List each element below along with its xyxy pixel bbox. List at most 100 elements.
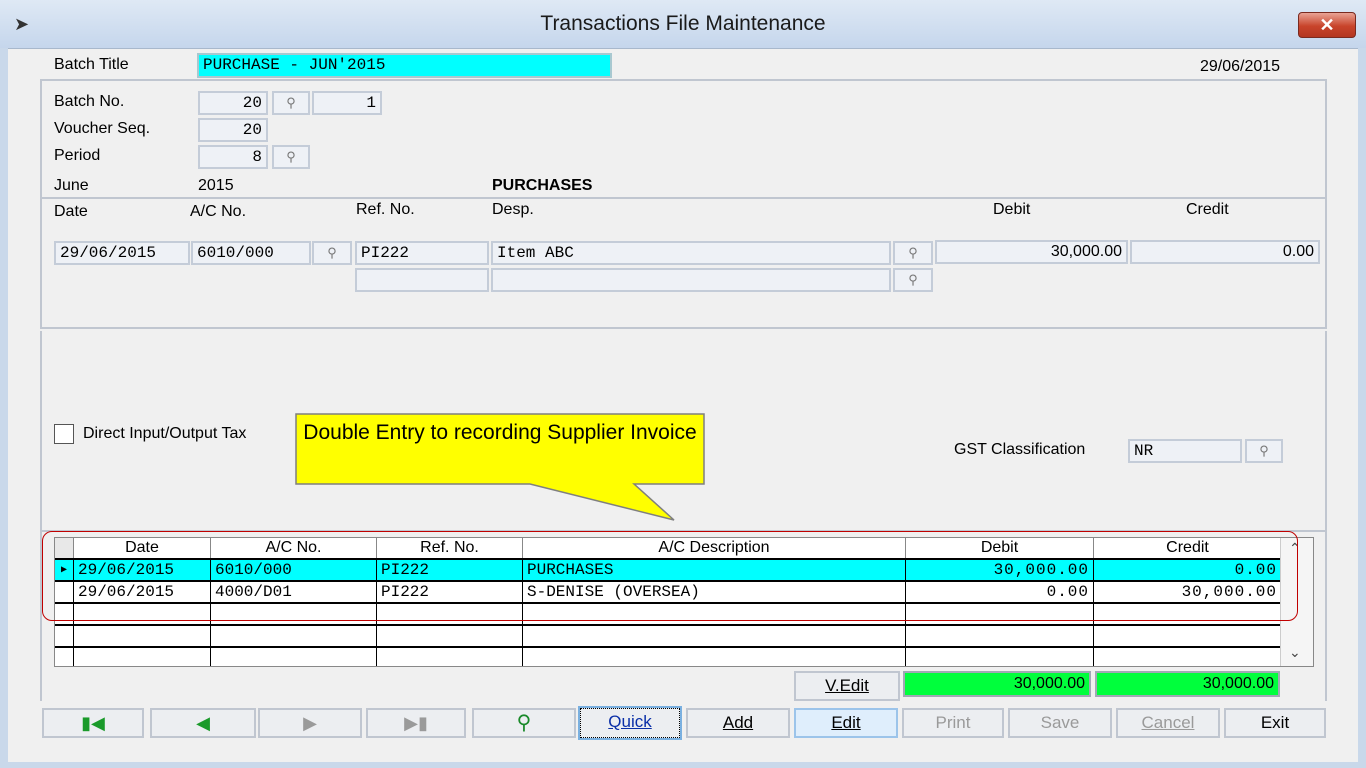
entry-ref-no-input[interactable]: PI222 — [355, 241, 489, 265]
entry-debit-input[interactable]: 30,000.00 — [935, 240, 1128, 264]
quick-button[interactable]: Quick — [578, 706, 682, 740]
batch-sub-input[interactable]: 1 — [312, 91, 382, 115]
first-record-icon: ▮◀ — [81, 713, 105, 733]
row-indicator — [55, 625, 74, 648]
grid-cell-empty[interactable] — [210, 625, 377, 648]
grid-cell-empty[interactable] — [522, 647, 906, 666]
grid-cell-empty[interactable] — [522, 625, 906, 648]
debit-total: 30,000.00 — [903, 671, 1091, 697]
last-record-icon: ▶▮ — [404, 713, 428, 733]
print-button[interactable]: Print — [902, 708, 1004, 738]
next-record-button[interactable]: ▶ — [258, 708, 362, 738]
key-icon: ⚲ — [908, 272, 918, 287]
batch-title-input[interactable]: PURCHASE - JUN'2015 — [197, 53, 612, 78]
grid-cell-empty[interactable] — [1093, 647, 1282, 666]
lower-left-border — [40, 331, 42, 701]
scroll-down-icon[interactable]: ⌄ — [1289, 644, 1301, 661]
period-label: Period — [54, 147, 101, 164]
account-name-label: PURCHASES — [492, 177, 593, 194]
entry-ac-no-input[interactable]: 6010/000 — [191, 241, 311, 265]
key-icon: ⚲ — [286, 149, 296, 164]
callout-text: Double Entry to recording Supplier Invoi… — [303, 421, 697, 444]
annotation-highlight — [42, 531, 1298, 621]
batch-no-lookup-button[interactable]: ⚲ — [272, 91, 310, 115]
credit-total: 30,000.00 — [1095, 671, 1280, 697]
entry-credit-header: Credit — [1186, 201, 1229, 218]
period-input[interactable]: 8 — [198, 145, 268, 169]
entry-date-input[interactable]: 29/06/2015 — [54, 241, 190, 265]
entry-desp-input[interactable]: Item ABC — [491, 241, 891, 265]
close-button[interactable]: ✕ — [1298, 12, 1356, 38]
voucher-seq-input[interactable]: 20 — [198, 118, 268, 142]
exit-button[interactable]: Exit — [1224, 708, 1326, 738]
row-indicator — [55, 647, 74, 666]
entry-credit-input[interactable]: 0.00 — [1130, 240, 1320, 264]
batch-no-label: Batch No. — [54, 93, 125, 110]
edit-button[interactable]: Edit — [794, 708, 898, 738]
cancel-label: Cancel — [1141, 713, 1195, 732]
gst-lookup-button[interactable]: ⚲ — [1245, 439, 1283, 463]
grid-cell-empty[interactable] — [905, 647, 1094, 666]
next-record-icon: ▶ — [303, 713, 317, 733]
header-date: 29/06/2015 — [1200, 58, 1281, 75]
entry-date-header: Date — [54, 203, 88, 220]
window-title: Transactions File Maintenance — [540, 12, 826, 35]
batch-title-label: Batch Title — [54, 56, 129, 73]
entry-divider — [40, 197, 1326, 199]
desp-lookup-button-2[interactable]: ⚲ — [893, 268, 933, 292]
save-label: Save — [1040, 713, 1080, 732]
save-button[interactable]: Save — [1008, 708, 1112, 738]
grid-cell-empty[interactable] — [1093, 625, 1282, 648]
edit-label: Edit — [831, 713, 861, 732]
key-icon: ⚲ — [908, 245, 918, 260]
lower-right-border — [1325, 331, 1327, 701]
previous-record-icon: ◀ — [196, 713, 210, 733]
entry-ref-no-input-2[interactable] — [355, 268, 489, 292]
ac-no-lookup-button[interactable]: ⚲ — [312, 241, 352, 265]
grid-cell-empty[interactable] — [73, 647, 211, 666]
year-label: 2015 — [198, 177, 234, 194]
batch-no-input[interactable]: 20 — [198, 91, 268, 115]
cancel-button[interactable]: Cancel — [1116, 708, 1220, 738]
entry-debit-header: Debit — [993, 201, 1031, 218]
add-button[interactable]: Add — [686, 708, 790, 738]
exit-label: Exit — [1260, 713, 1290, 732]
direct-tax-label: Direct Input/Output Tax — [83, 425, 247, 442]
grid-cell-empty[interactable] — [376, 647, 523, 666]
month-label: June — [54, 177, 89, 194]
lookup-button[interactable]: ⚲ — [472, 708, 576, 738]
grid-cell-empty[interactable] — [210, 647, 377, 666]
period-lookup-button[interactable]: ⚲ — [272, 145, 310, 169]
panel-left-border — [40, 79, 42, 329]
table-row[interactable] — [55, 625, 1282, 648]
first-record-button[interactable]: ▮◀ — [42, 708, 144, 738]
panel-top-border — [40, 79, 1326, 81]
panel-right-border — [1325, 79, 1327, 329]
grid-cell-empty[interactable] — [73, 625, 211, 648]
key-icon: ⚲ — [327, 245, 337, 260]
grid-cell-empty[interactable] — [376, 625, 523, 648]
v-edit-label: V.Edit — [825, 676, 869, 695]
entry-ref-no-header: Ref. No. — [356, 201, 415, 218]
gst-classification-input[interactable]: NR — [1128, 439, 1242, 463]
table-row[interactable] — [55, 647, 1282, 666]
direct-tax-checkbox[interactable] — [54, 424, 74, 444]
print-label: Print — [935, 713, 971, 732]
quick-label: Quick — [608, 712, 652, 731]
v-edit-button[interactable]: V.Edit — [794, 671, 900, 701]
last-record-button[interactable]: ▶▮ — [366, 708, 466, 738]
entry-desp-input-2[interactable] — [491, 268, 891, 292]
window-frame-right — [1358, 48, 1366, 768]
previous-record-button[interactable]: ◀ — [150, 708, 256, 738]
window-frame-bottom — [0, 762, 1366, 768]
voucher-seq-label: Voucher Seq. — [54, 120, 151, 137]
key-icon: ⚲ — [286, 95, 296, 110]
window-frame-left — [0, 48, 8, 768]
add-label: Add — [722, 713, 754, 732]
entry-desp-header: Desp. — [492, 201, 534, 218]
desp-lookup-button[interactable]: ⚲ — [893, 241, 933, 265]
grid-cell-empty[interactable] — [905, 625, 1094, 648]
key-icon: ⚲ — [1259, 443, 1269, 458]
gst-classification-label: GST Classification — [954, 441, 1086, 458]
entry-bottom-divider — [40, 327, 1326, 329]
